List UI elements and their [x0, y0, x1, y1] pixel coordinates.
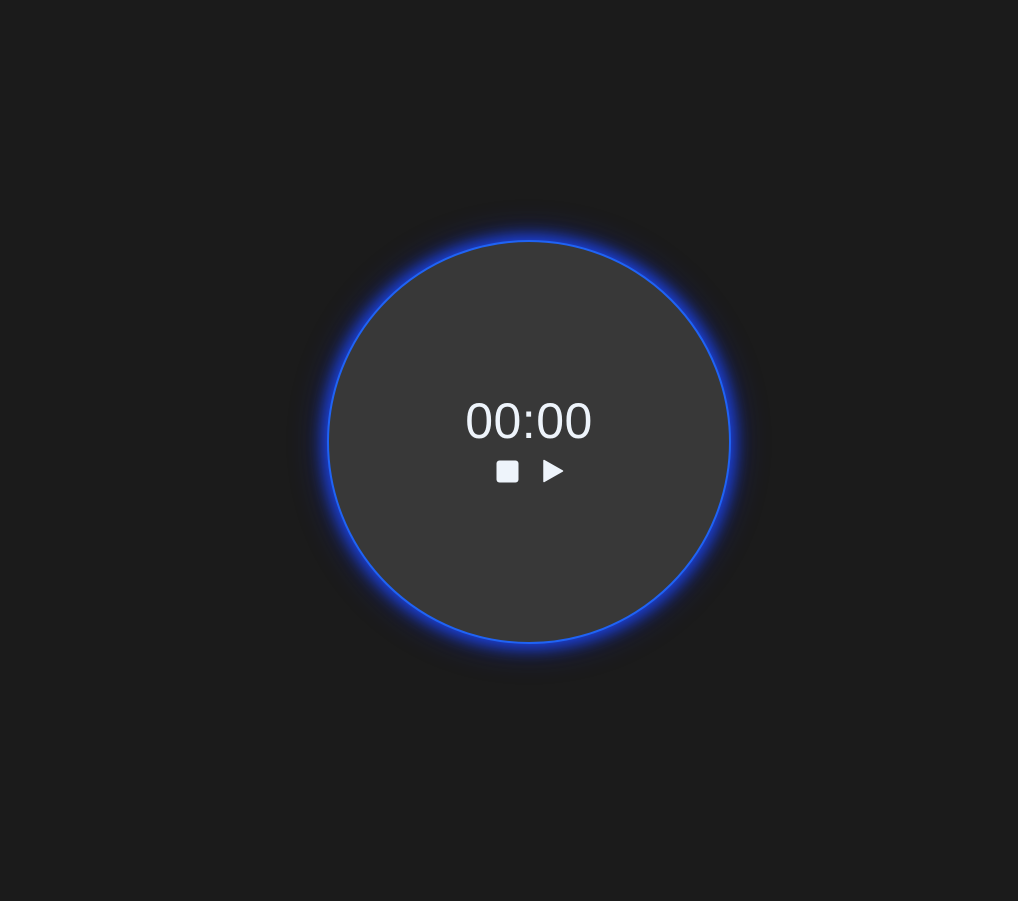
- timer-controls: [329, 458, 729, 484]
- stop-icon: [496, 460, 518, 482]
- timer-dial: 00:00: [327, 240, 731, 644]
- play-button[interactable]: [541, 458, 565, 484]
- time-display: 00:00: [465, 393, 593, 449]
- timer-page: 00:00: [0, 0, 1018, 901]
- stop-button[interactable]: [495, 458, 519, 484]
- play-icon: [543, 459, 564, 483]
